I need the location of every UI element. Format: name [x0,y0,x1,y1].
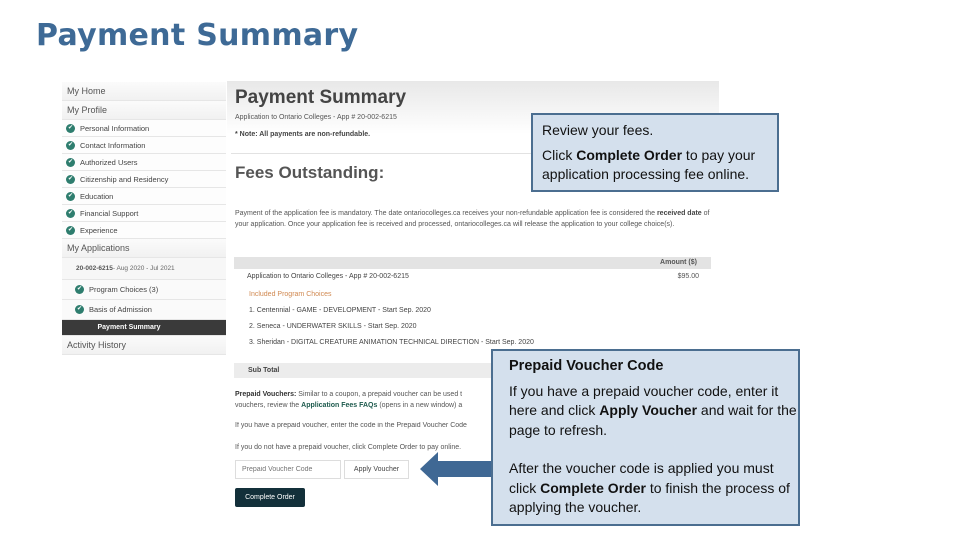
sidebar-item-label: Education [80,191,114,201]
fees-outstanding-heading: Fees Outstanding: [235,163,385,182]
complete-order-button[interactable]: Complete Order [235,488,305,507]
sidebar-item-activity-history[interactable]: Activity History [62,336,226,355]
callout-text: Review your fees. [542,122,654,138]
sidebar-item-personal-information[interactable]: ✔ Personal Information [62,120,226,137]
program-choice-item: 3. Sheridan - DIGITAL CREATURE ANIMATION… [249,339,534,346]
sidebar-item-payment-summary[interactable]: Payment Summary [62,320,226,336]
sidebar-item-citizenship[interactable]: ✔ Citizenship and Residency [62,171,226,188]
sidebar-item-label: Financial Support [80,208,139,218]
prepaid-text: vouchers, review the [235,402,302,409]
sidebar-item-my-profile[interactable]: My Profile [62,101,226,120]
application-dates: - Aug 2020 - Jul 2021 [112,265,175,272]
check-circle-icon: ✔ [66,157,75,167]
application-fee-amount: $95.00 [677,273,699,280]
callout-title: Prepaid Voucher Code [509,358,664,374]
sidebar-item-label: Program Choices (3) [89,285,159,294]
callout-text-part: Click [542,147,577,163]
sidebar-item-program-choices[interactable]: ✔ Program Choices (3) [62,280,226,300]
sidebar-item-label: Citizenship and Residency [80,174,169,184]
application-number: 20-002-6215 [76,265,113,272]
slide-title: Payment Summary [36,18,359,53]
check-circle-icon: ✔ [66,174,75,184]
sidebar-item-financial-support[interactable]: ✔ Financial Support [62,205,226,222]
fee-explanation-text: Payment of the application fee is mandat… [235,210,657,217]
no-voucher-instructions: If you do not have a prepaid voucher, cl… [235,444,462,451]
arrow-left-icon [420,452,492,486]
check-circle-icon: ✔ [66,208,75,218]
page-title: Payment Summary [235,87,407,108]
callout-bold: Apply Voucher [599,402,698,418]
callout-bold: Complete Order [576,147,683,163]
prepaid-vouchers-label: Prepaid Vouchers: [235,391,297,398]
program-choice-item: 2. Seneca - UNDERWATER SKILLS - Start Se… [249,323,417,330]
sidebar-item-label: Authorized Users [80,157,138,167]
sidebar-item-education[interactable]: ✔ Education [62,188,226,205]
callout-prepaid-voucher: Prepaid Voucher Code If you have a prepa… [491,349,800,526]
check-circle-icon: ✔ [75,285,84,294]
received-date-bold: received date [656,210,702,217]
prepaid-text: Similar to a coupon, a prepaid voucher c… [296,391,463,398]
application-fee-label: Application to Ontario Colleges - App # … [247,273,409,280]
included-program-choices-label: Included Program Choices [249,291,332,298]
check-circle-icon: ✔ [66,225,75,235]
check-circle-icon: ✔ [75,305,84,314]
application-fees-faq-link[interactable]: Application Fees FAQs [301,402,377,409]
voucher-instructions: If you have a prepaid voucher, enter the… [235,422,467,429]
check-circle-icon: ✔ [66,123,75,133]
fee-explanation: Payment of the application fee is mandat… [235,209,715,230]
apply-voucher-button[interactable]: Apply Voucher [344,460,409,479]
check-circle-icon: ✔ [66,191,75,201]
sidebar-item-label: Experience [80,225,118,235]
sidebar-item-contact-information[interactable]: ✔ Contact Information [62,137,226,154]
callout-review-fees: Review your fees. Click Complete Order t… [531,113,779,192]
application-line: Application to Ontario Colleges - App # … [235,114,397,121]
sidebar-nav: My Home My Profile ✔ Personal Informatio… [62,82,226,355]
sidebar-item-authorized-users[interactable]: ✔ Authorized Users [62,154,226,171]
sidebar-item-label: Contact Information [80,140,146,150]
non-refundable-note: * Note: All payments are non-refundable. [235,131,371,138]
sidebar-item-basis-of-admission[interactable]: ✔ Basis of Admission [62,300,226,320]
callout-bold: Complete Order [540,479,646,496]
prepaid-text: (opens in a new window) a [377,402,463,409]
sidebar-item-experience[interactable]: ✔ Experience [62,222,226,239]
callout-text: After the voucher code is applied you mu… [509,459,798,518]
sidebar-item-application[interactable]: 20-002-6215 - Aug 2020 - Jul 2021 [62,258,226,280]
prepaid-vouchers-info: Prepaid Vouchers: Similar to a coupon, a… [235,389,515,411]
sidebar-item-my-applications[interactable]: My Applications [62,239,226,258]
prepaid-voucher-code-input[interactable] [235,460,341,479]
sidebar-item-my-home[interactable]: My Home [62,82,226,101]
callout-text: If you have a prepaid voucher code, ente… [509,382,798,441]
check-circle-icon: ✔ [66,140,75,150]
program-choice-item: 1. Centennial - GAME - DEVELOPMENT - Sta… [249,307,431,314]
sidebar-item-label: Personal Information [80,123,150,133]
amount-column-header: Amount ($) [234,257,711,269]
callout-text: Click Complete Order to pay your applica… [542,146,777,184]
sidebar-item-label: Basis of Admission [89,305,152,314]
